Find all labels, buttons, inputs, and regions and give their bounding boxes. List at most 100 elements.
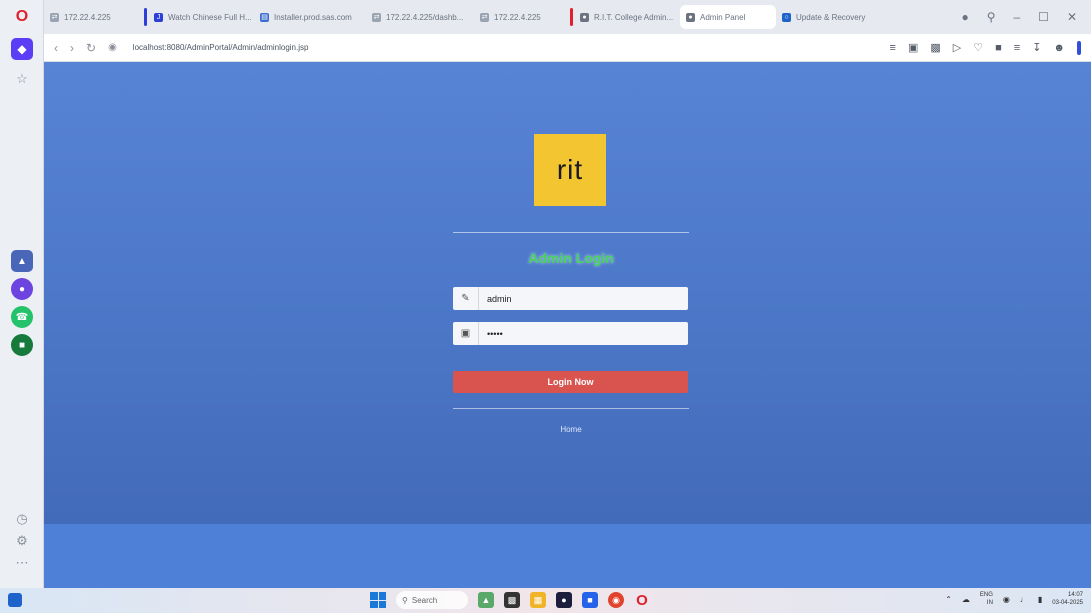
- tab-label: Admin Panel: [700, 12, 746, 22]
- taskbar-apps: ⚲ Search ▲ ▩ ▦ ● ■ ◉ O: [370, 591, 650, 609]
- maximize-icon[interactable]: ☐: [1038, 10, 1049, 24]
- messenger-icon[interactable]: ●: [11, 278, 33, 300]
- taskbar: ⚲ Search ▲ ▩ ▦ ● ■ ◉ O ⌃ ☁ ENG IN ◉ ♩ ▮ …: [0, 588, 1091, 613]
- clock[interactable]: 14:07 03-04-2025: [1052, 591, 1083, 607]
- admin-login-page: rit Admin Login ✎ ▣ Login Now Home: [44, 62, 1091, 588]
- browser-sidebar: O ◆ ☆ ▲ ● ☎ ■ ◷ ⚙ ⋯: [0, 0, 44, 588]
- back-icon[interactable]: ‹: [54, 41, 58, 55]
- volume-icon[interactable]: ♩: [1020, 595, 1028, 604]
- username-input[interactable]: [479, 287, 688, 310]
- tab-label: R.I.T. College Admin...: [594, 12, 674, 22]
- home-link[interactable]: Home: [453, 425, 689, 434]
- tab-label: Installer.prod.sas.com: [274, 12, 352, 22]
- file-explorer-icon[interactable]: ▦: [530, 592, 546, 608]
- tab-favicon-icon: J: [154, 12, 163, 22]
- site-info-icon[interactable]: ◉: [108, 42, 117, 53]
- taskbar-app-icon[interactable]: ●: [556, 592, 572, 608]
- play-icon[interactable]: ▷: [953, 41, 961, 54]
- bookmarks-icon[interactable]: ☆: [11, 68, 33, 90]
- tab-favicon-icon: ⇄: [50, 12, 59, 22]
- aria-ai-icon[interactable]: ◆: [11, 38, 33, 60]
- tab-bar: ⇄ 172.22.4.225 J Watch Chinese Full H...…: [44, 0, 1091, 34]
- tab-active[interactable]: ● Admin Panel: [680, 5, 776, 29]
- tab-favicon-icon: ⇄: [372, 12, 381, 22]
- search-label: Search: [411, 595, 438, 605]
- tab-favicon-icon: ⇄: [480, 12, 489, 22]
- window-controls: ● ⚲ – ☐ ✕: [961, 10, 1091, 24]
- opera-logo-icon[interactable]: O: [11, 6, 33, 28]
- lang-bottom: IN: [986, 600, 993, 606]
- profile-icon[interactable]: ☻: [1053, 42, 1065, 54]
- toolbar: ≡ ▣ ▩ ▷ ♡ ■ ≡ ↧ ☻: [890, 40, 1081, 55]
- heart-icon[interactable]: ♡: [973, 41, 983, 54]
- forward-icon[interactable]: ›: [70, 41, 74, 55]
- search-icon: ⚲: [402, 595, 408, 605]
- password-field: ▣: [453, 322, 688, 345]
- divider: [453, 232, 689, 233]
- tab-label: Update & Recovery: [796, 12, 866, 22]
- new-tab-icon[interactable]: ●: [961, 10, 968, 24]
- onedrive-icon[interactable]: ☁: [962, 595, 970, 604]
- tab-favicon-icon: ▤: [260, 12, 269, 22]
- page-footer: [44, 524, 1091, 588]
- battery-icon[interactable]: ▮: [1038, 595, 1042, 604]
- tab[interactable]: ⇄ 172.22.4.225: [44, 5, 144, 29]
- snapshot-icon[interactable]: ▣: [908, 41, 918, 54]
- address-bar: ‹ › ↻ ◉ localhost:8080/AdminPortal/Admin…: [44, 34, 1091, 62]
- whatsapp-icon[interactable]: ☎: [11, 306, 33, 328]
- date: 03-04-2025: [1052, 600, 1083, 606]
- opera-icon[interactable]: O: [634, 592, 650, 609]
- accent-bar: [1077, 40, 1081, 55]
- tab[interactable]: ○ Update & Recovery: [776, 5, 876, 29]
- tab-indicator: [570, 8, 573, 26]
- tab-label: Watch Chinese Full H...: [168, 12, 252, 22]
- reader-icon[interactable]: ≡: [890, 42, 896, 54]
- page-title: Admin Login: [528, 250, 614, 266]
- minimize-icon[interactable]: –: [1013, 10, 1020, 24]
- system-tray: ⌃ ☁ ENG IN ◉ ♩ ▮ 14:07 03-04-2025: [945, 591, 1083, 607]
- password-input[interactable]: [479, 322, 688, 345]
- wifi-icon[interactable]: ◉: [1003, 595, 1010, 604]
- tab-favicon-icon: ●: [686, 12, 695, 22]
- tab-favicon-icon: ○: [782, 12, 791, 22]
- chrome-icon[interactable]: ◉: [608, 592, 624, 608]
- taskbar-search[interactable]: ⚲ Search: [396, 591, 468, 609]
- lang-top: ENG: [979, 592, 993, 598]
- url-field[interactable]: localhost:8080/AdminPortal/Admin/adminlo…: [133, 43, 309, 52]
- sidebar-app-icon[interactable]: ▲: [11, 250, 33, 272]
- wallet-icon[interactable]: ■: [995, 42, 1002, 54]
- tab-label: 172.22.4.225/dashb...: [386, 12, 464, 22]
- user-icon: ✎: [453, 287, 479, 310]
- search-tabs-icon[interactable]: ⚲: [987, 10, 996, 24]
- store-icon[interactable]: ■: [582, 592, 598, 608]
- language-indicator[interactable]: ENG IN: [980, 591, 993, 607]
- taskbar-app-icon[interactable]: ▲: [478, 592, 494, 608]
- extensions-icon[interactable]: ▩: [930, 41, 940, 54]
- tab[interactable]: ▤ Installer.prod.sas.com: [254, 5, 366, 29]
- chevron-up-icon[interactable]: ⌃: [945, 595, 952, 604]
- divider: [453, 408, 689, 409]
- tab-indicator: [144, 8, 147, 26]
- tab-label: 172.22.4.225: [64, 12, 111, 22]
- task-view-icon[interactable]: ▩: [504, 592, 520, 608]
- tab[interactable]: ● R.I.T. College Admin...: [570, 5, 680, 29]
- time: 14:07: [1067, 592, 1083, 598]
- tab[interactable]: J Watch Chinese Full H...: [144, 5, 254, 29]
- tab[interactable]: ⇄ 172.22.4.225: [474, 5, 570, 29]
- close-icon[interactable]: ✕: [1067, 10, 1077, 24]
- start-icon[interactable]: [370, 592, 386, 608]
- more-icon[interactable]: ⋯: [11, 552, 33, 574]
- reload-icon[interactable]: ↻: [86, 41, 96, 55]
- tab-favicon-icon: ●: [580, 12, 589, 22]
- username-field: ✎: [453, 287, 688, 310]
- tab-label: 172.22.4.225: [494, 12, 541, 22]
- widgets-icon[interactable]: [8, 593, 22, 607]
- sidebar-app-icon[interactable]: ■: [11, 334, 33, 356]
- settings-icon[interactable]: ⚙: [11, 530, 33, 552]
- college-logo: rit: [534, 134, 606, 206]
- menu-icon[interactable]: ≡: [1014, 42, 1020, 54]
- login-button[interactable]: Login Now: [453, 371, 688, 393]
- download-icon[interactable]: ↧: [1032, 41, 1041, 54]
- history-icon[interactable]: ◷: [11, 508, 33, 530]
- tab[interactable]: ⇄ 172.22.4.225/dashb...: [366, 5, 474, 29]
